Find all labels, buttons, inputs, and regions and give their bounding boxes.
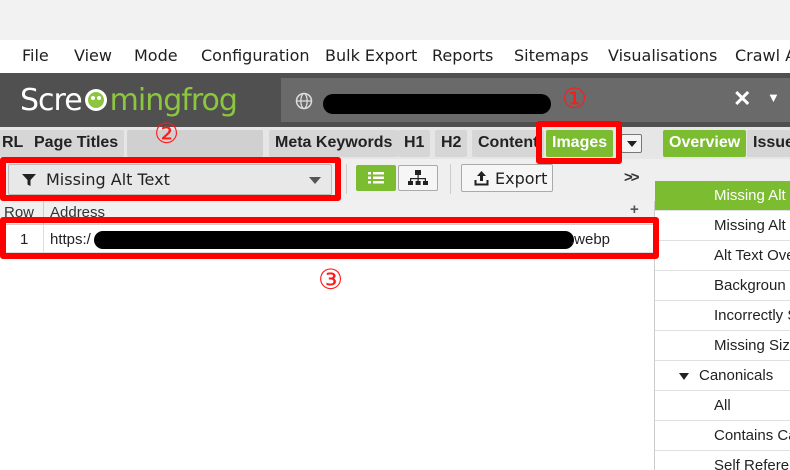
tab-meta-keywords[interactable]: Meta Keywords bbox=[269, 130, 399, 157]
right-tab-bar: Overview Issue bbox=[655, 127, 790, 159]
annotation-number-1: ① bbox=[562, 82, 588, 115]
tab-content[interactable]: Content bbox=[472, 130, 545, 157]
overview-item-all[interactable]: All bbox=[655, 391, 790, 421]
add-column-button[interactable]: + bbox=[630, 201, 639, 218]
redacted-url bbox=[323, 94, 551, 114]
overview-category-canonicals[interactable]: Canonicals bbox=[655, 361, 790, 391]
overview-panel: Missing Alt Missing Alt Alt Text Ove Bac… bbox=[655, 159, 790, 470]
tab-overview[interactable]: Overview bbox=[663, 130, 747, 157]
annotation-box-images-tab bbox=[536, 121, 622, 164]
overview-item-contains-canonical[interactable]: Contains Ca bbox=[655, 421, 790, 451]
menu-reports[interactable]: Reports bbox=[432, 46, 493, 65]
annotation-box-filter bbox=[0, 157, 341, 201]
tab-page-titles[interactable]: Page Titles bbox=[28, 130, 125, 157]
tab-overflow-button[interactable] bbox=[621, 134, 642, 153]
toolbar-divider bbox=[450, 164, 451, 194]
tab-issues[interactable]: Issue bbox=[747, 130, 790, 157]
export-button[interactable]: Export bbox=[461, 164, 553, 192]
overview-item-missing-alt-text[interactable]: Missing Alt bbox=[655, 181, 790, 211]
overview-item-self-referencing[interactable]: Self Referer bbox=[655, 451, 790, 470]
menu-file[interactable]: File bbox=[22, 46, 49, 65]
export-label: Export bbox=[495, 169, 548, 188]
upload-icon bbox=[474, 171, 489, 186]
overview-item-missing-size[interactable]: Missing Siz bbox=[655, 331, 790, 361]
menu-view[interactable]: View bbox=[74, 46, 112, 65]
menu-visualisations[interactable]: Visualisations bbox=[608, 46, 717, 65]
overview-item-missing-alt-attribute[interactable]: Missing Alt bbox=[655, 211, 790, 241]
tab-h1[interactable]: H1 bbox=[398, 130, 431, 157]
overview-item-incorrectly-sized[interactable]: Incorrectly S bbox=[655, 301, 790, 331]
annotation-number-2: ② bbox=[154, 117, 180, 150]
tree-icon bbox=[408, 170, 428, 185]
menu-mode[interactable]: Mode bbox=[134, 46, 178, 65]
overview-panel-header bbox=[655, 159, 790, 181]
annotation-box-result-row bbox=[0, 217, 659, 259]
menu-sitemaps[interactable]: Sitemaps bbox=[514, 46, 589, 65]
annotation-number-3: ③ bbox=[318, 263, 344, 296]
tree-view-button[interactable] bbox=[398, 165, 438, 191]
triangle-down-icon[interactable] bbox=[679, 373, 689, 380]
menu-configuration[interactable]: Configuration bbox=[201, 46, 310, 65]
frog-icon bbox=[84, 89, 107, 111]
menu-crawl-analysis[interactable]: Crawl A bbox=[735, 46, 790, 65]
chevron-down-icon[interactable]: ▼ bbox=[767, 90, 780, 105]
window-top-area bbox=[0, 0, 790, 40]
list-view-button[interactable] bbox=[356, 165, 396, 191]
screaming-frog-logo: Scre ming frog bbox=[20, 82, 238, 118]
tab-redacted[interactable] bbox=[127, 130, 263, 157]
toolbar-divider bbox=[346, 164, 347, 194]
tab-h2[interactable]: H2 bbox=[435, 130, 468, 157]
list-icon bbox=[368, 172, 384, 184]
overview-item-alt-text-over[interactable]: Alt Text Ove bbox=[655, 241, 790, 271]
collapse-panel-button[interactable]: >> bbox=[624, 169, 639, 186]
menu-bar: File View Mode Configuration Bulk Export… bbox=[0, 40, 790, 73]
menu-bulk-export[interactable]: Bulk Export bbox=[325, 46, 417, 65]
url-input[interactable]: ✕ ▼ bbox=[281, 78, 790, 122]
app-header: Scre ming frog ✕ ▼ bbox=[0, 73, 790, 127]
globe-icon bbox=[295, 92, 313, 110]
overview-item-background[interactable]: Backgroun bbox=[655, 271, 790, 301]
close-icon[interactable]: ✕ bbox=[733, 86, 751, 112]
tab-url[interactable]: RL bbox=[0, 130, 30, 157]
